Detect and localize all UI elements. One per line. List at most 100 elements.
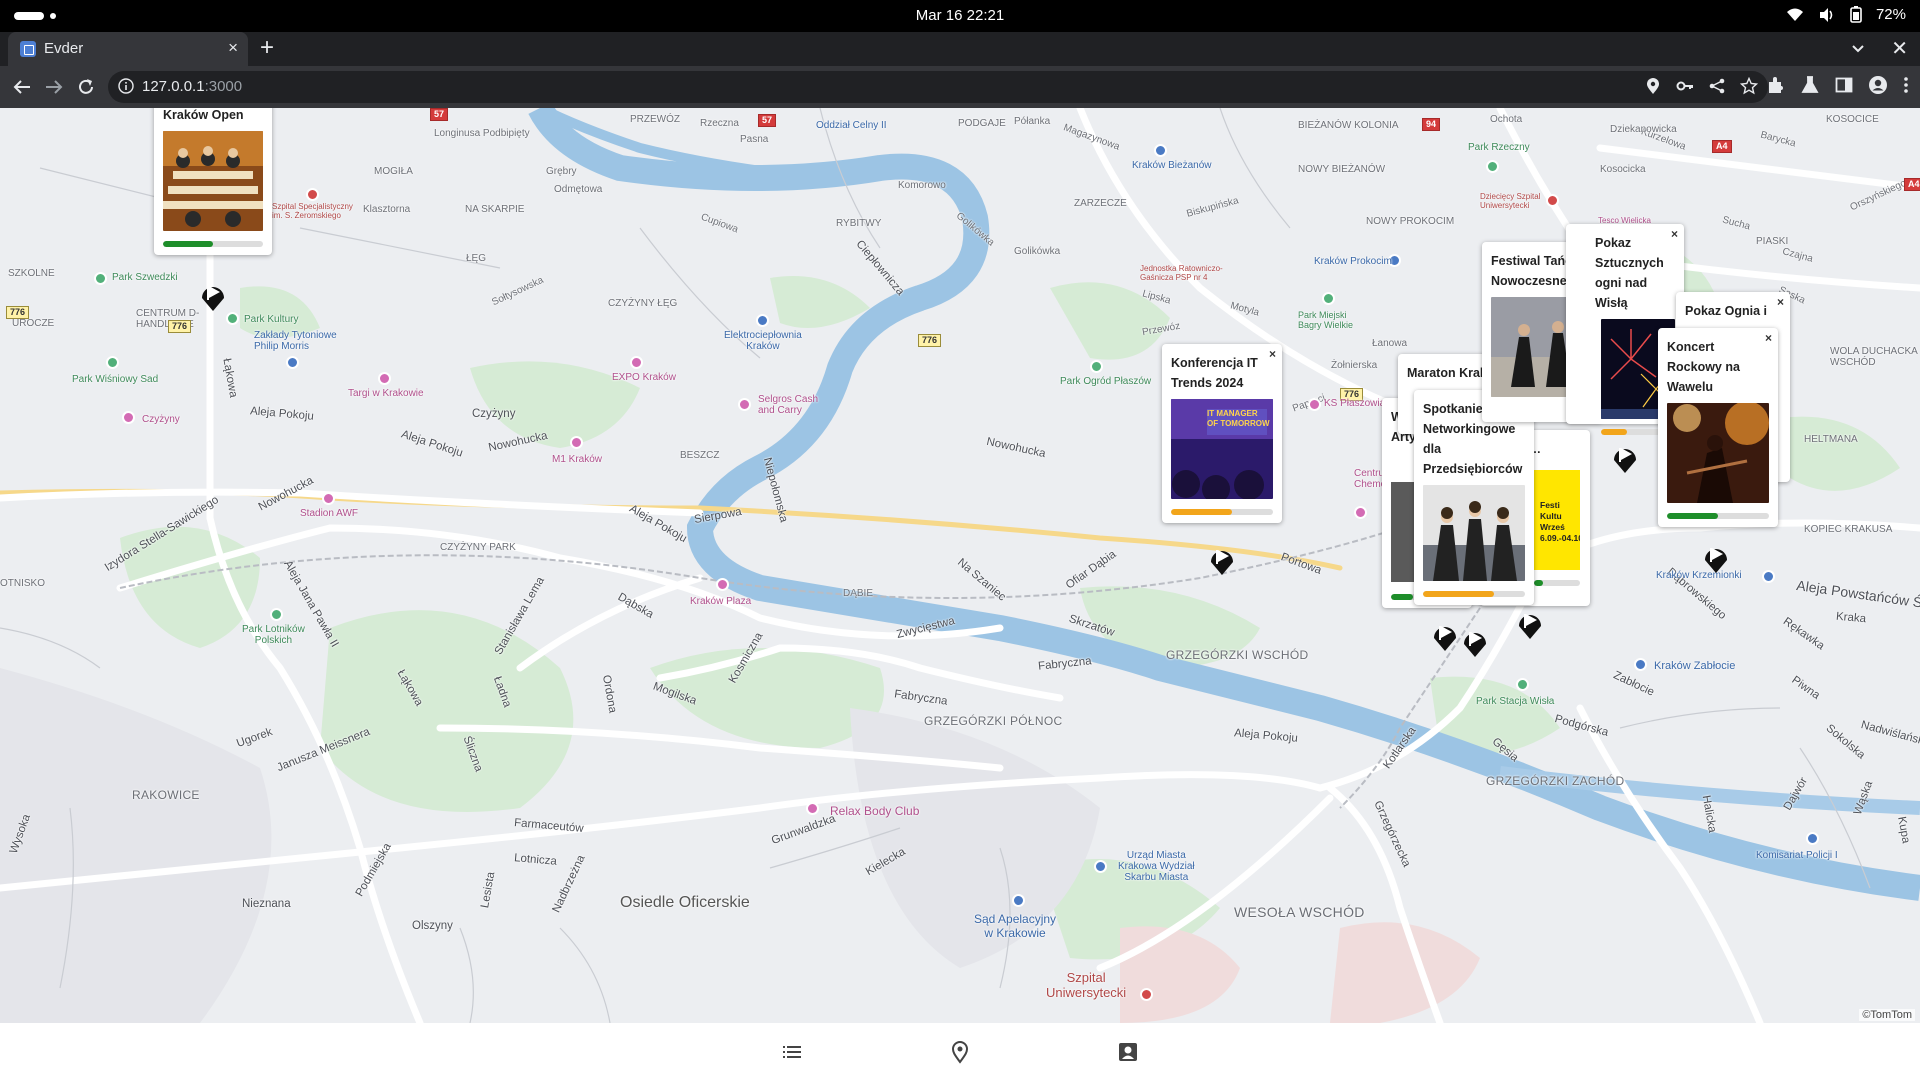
park-poi-icon[interactable] bbox=[270, 608, 283, 621]
landmark-poi-icon[interactable] bbox=[1806, 832, 1819, 845]
place-poi-icon[interactable] bbox=[630, 356, 643, 369]
event-marker-pin-icon[interactable] bbox=[1460, 624, 1490, 658]
map-label: NOWY BIEŻANÓW bbox=[1298, 164, 1386, 175]
browser-tab[interactable]: Evder × bbox=[8, 32, 248, 66]
location-pin-icon[interactable] bbox=[948, 1040, 972, 1064]
park-poi-icon[interactable] bbox=[226, 312, 239, 325]
hospital-poi-icon[interactable] bbox=[306, 188, 319, 201]
window-close-button[interactable]: ✕ bbox=[1891, 36, 1908, 61]
back-icon[interactable] bbox=[10, 75, 34, 99]
tab-close-icon[interactable]: × bbox=[228, 38, 238, 58]
battery-percent: 72% bbox=[1875, 6, 1906, 23]
browser-menu-icon[interactable] bbox=[1902, 75, 1910, 95]
park-poi-icon[interactable] bbox=[1090, 360, 1103, 373]
poi-label: M1 Kraków bbox=[552, 454, 603, 465]
place-poi-icon[interactable] bbox=[570, 436, 583, 449]
street-label: Odmętowa bbox=[554, 184, 603, 195]
share-icon[interactable] bbox=[1708, 77, 1726, 95]
place-poi-icon[interactable] bbox=[1308, 398, 1321, 411]
event-image bbox=[163, 131, 263, 231]
event-progress-bar bbox=[163, 241, 263, 247]
hospital-poi-icon[interactable] bbox=[1140, 988, 1153, 1001]
map-label: UROCZE bbox=[12, 318, 55, 329]
close-icon[interactable]: × bbox=[1671, 227, 1678, 241]
event-marker-pin-icon[interactable] bbox=[1701, 540, 1731, 574]
hospital-poi-icon[interactable] bbox=[1546, 194, 1559, 207]
transit-poi-icon[interactable] bbox=[1762, 570, 1775, 583]
map-label: Klasztorna bbox=[363, 204, 411, 215]
location-icon[interactable] bbox=[1644, 77, 1662, 95]
street-label: Olszyny bbox=[412, 920, 453, 932]
event-card-koncert[interactable]: × Koncert Rockowy na Wawelu bbox=[1658, 328, 1778, 527]
landmark-poi-icon[interactable] bbox=[756, 314, 769, 327]
poi-label: Elektrociepłownia Kraków bbox=[724, 330, 802, 352]
close-icon[interactable]: × bbox=[1269, 347, 1276, 361]
bookmark-star-icon[interactable] bbox=[1740, 77, 1758, 95]
profile-icon[interactable] bbox=[1868, 75, 1888, 95]
system-clock[interactable]: Mar 16 22:21 bbox=[0, 7, 1920, 24]
poi-label: Zakłady Tytoniowe Philip Morris bbox=[254, 330, 337, 352]
street-label: Pasna bbox=[740, 134, 769, 145]
event-card-spotkanie[interactable]: × Spotkanie Networkingowe dla Przedsiębi… bbox=[1414, 390, 1534, 605]
event-image bbox=[1667, 403, 1769, 503]
new-tab-button[interactable]: + bbox=[260, 34, 274, 62]
road-shield: 94 bbox=[1422, 118, 1441, 131]
place-poi-icon[interactable] bbox=[1354, 506, 1367, 519]
event-marker-pin-icon[interactable] bbox=[1515, 606, 1545, 640]
landmark-poi-icon[interactable] bbox=[1094, 860, 1107, 873]
system-tray[interactable]: 72% bbox=[1786, 6, 1906, 23]
park-poi-icon[interactable] bbox=[1516, 678, 1529, 691]
close-icon[interactable]: × bbox=[1765, 331, 1772, 345]
event-marker-pin-icon[interactable] bbox=[1610, 440, 1640, 474]
reload-icon[interactable] bbox=[74, 75, 98, 99]
map-label: WOLA DUCHACKA WSCHÓD bbox=[1830, 346, 1918, 368]
park-poi-icon[interactable] bbox=[1486, 160, 1499, 173]
place-poi-icon[interactable] bbox=[378, 372, 391, 385]
labs-icon[interactable] bbox=[1800, 75, 1820, 95]
landmark-poi-icon[interactable] bbox=[286, 356, 299, 369]
street-label: Golikówka bbox=[1014, 246, 1061, 257]
wifi-icon bbox=[1786, 8, 1803, 21]
event-marker-pin-icon[interactable] bbox=[198, 278, 228, 312]
park-poi-icon[interactable] bbox=[94, 272, 107, 285]
event-card-krakow-open[interactable]: Kraków Open bbox=[154, 108, 272, 255]
key-icon[interactable] bbox=[1676, 77, 1694, 95]
map-attribution[interactable]: ©TomTom bbox=[1859, 1009, 1915, 1021]
side-panel-icon[interactable] bbox=[1834, 75, 1854, 95]
place-poi-icon[interactable] bbox=[322, 492, 335, 505]
place-poi-icon[interactable] bbox=[806, 802, 819, 815]
place-poi-icon[interactable] bbox=[122, 411, 135, 424]
landmark-poi-icon[interactable] bbox=[1012, 894, 1025, 907]
close-icon[interactable]: × bbox=[1777, 295, 1784, 309]
event-marker-pin-icon[interactable] bbox=[1207, 542, 1237, 576]
account-box-icon[interactable] bbox=[1116, 1040, 1140, 1064]
road-shield: 57 bbox=[758, 114, 777, 127]
street-label: Longinusa Podbipięty bbox=[434, 128, 530, 139]
road-shield: 776 bbox=[6, 306, 30, 319]
url-text[interactable]: 127.0.0.1:3000 bbox=[142, 78, 242, 95]
site-info-icon[interactable] bbox=[118, 78, 134, 94]
event-card-konferencja[interactable]: × Konferencja IT Trends 2024 IT MANAGER … bbox=[1162, 344, 1282, 523]
poi-label: Oddział Celny II bbox=[816, 120, 887, 131]
address-bar[interactable]: 127.0.0.1:3000 bbox=[108, 71, 1768, 103]
event-marker-pin-icon[interactable] bbox=[1430, 618, 1460, 652]
extensions-icon[interactable] bbox=[1766, 75, 1786, 95]
map-label: CZYŻYNY PARK bbox=[440, 542, 516, 553]
map-label: DĄBIE bbox=[843, 588, 874, 599]
map-label: NOWY PROKOCIM bbox=[1366, 216, 1455, 227]
map-view[interactable]: PRZEWÓZ PODGAJE Ochota BIEŻANÓW KOLONIA … bbox=[0, 108, 1920, 1023]
transit-poi-icon[interactable] bbox=[1154, 144, 1167, 157]
street-label: Kraka bbox=[1835, 610, 1867, 626]
tab-search-icon[interactable] bbox=[1848, 38, 1868, 58]
volume-icon bbox=[1819, 7, 1833, 22]
place-poi-icon[interactable] bbox=[716, 578, 729, 591]
place-poi-icon[interactable] bbox=[738, 398, 751, 411]
poi-label: Park Ogród Płaszów bbox=[1060, 376, 1152, 387]
event-progress-fill bbox=[1171, 509, 1233, 515]
park-poi-icon[interactable] bbox=[1322, 292, 1335, 305]
transit-poi-icon[interactable] bbox=[1634, 658, 1647, 671]
park-poi-icon[interactable] bbox=[106, 356, 119, 369]
list-icon[interactable] bbox=[780, 1040, 804, 1064]
poi-label: Park Miejski Bagry Wielkie bbox=[1298, 310, 1354, 330]
forward-icon[interactable] bbox=[42, 75, 66, 99]
